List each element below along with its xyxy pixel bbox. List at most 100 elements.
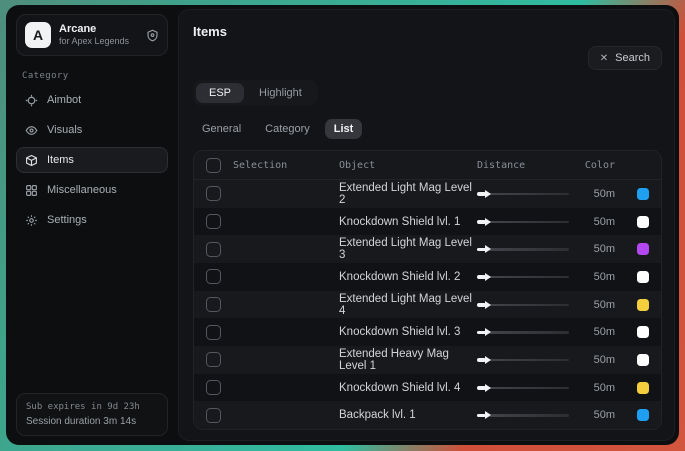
box-icon [25, 154, 38, 167]
distance-value: 50m [569, 326, 615, 338]
close-icon: ✕ [600, 53, 608, 64]
row-checkbox[interactable] [206, 269, 221, 284]
sub-expires-text: Sub expires in 9d 23h [26, 402, 158, 412]
brand-title: Arcane [59, 23, 138, 37]
table-header-row: Selection Object Distance Color [194, 151, 661, 180]
sidebar-item-settings[interactable]: Settings [16, 207, 168, 233]
object-name: Knockdown Shield lvl. 1 [339, 216, 477, 228]
column-header-color: Color [569, 160, 615, 171]
object-name: Extended Light Mag Level 2 [339, 182, 477, 206]
row-checkbox[interactable] [206, 408, 221, 423]
object-name: Knockdown Shield lvl. 4 [339, 382, 477, 394]
sidebar-item-label: Items [47, 154, 74, 166]
object-name: Backpack lvl. 1 [339, 409, 477, 421]
column-header-distance: Distance [477, 160, 569, 171]
gear-icon [25, 214, 38, 227]
table-row: Extended Light Mag Level 2 50m [194, 180, 661, 208]
sidebar-item-aimbot[interactable]: Aimbot [16, 87, 168, 113]
sidebar-item-miscellaneous[interactable]: Miscellaneous [16, 177, 168, 203]
tab-general[interactable]: General [193, 119, 250, 139]
distance-value: 50m [569, 216, 615, 228]
sidebar-item-visuals[interactable]: Visuals [16, 117, 168, 143]
session-duration-text: Session duration 3m 14s [26, 416, 158, 427]
distance-value: 50m [569, 354, 615, 366]
sidebar-item-label: Settings [47, 214, 87, 226]
sidebar-item-items[interactable]: Items [16, 147, 168, 173]
object-name: Extended Light Mag Level 4 [339, 293, 477, 317]
brand-card: A Arcane for Apex Legends [16, 14, 168, 56]
column-header-object: Object [339, 160, 477, 171]
color-swatch[interactable] [637, 271, 649, 283]
color-swatch[interactable] [637, 326, 649, 338]
object-name: Knockdown Shield lvl. 2 [339, 271, 477, 283]
sidebar-nav: Aimbot Visuals Items [16, 87, 168, 233]
distance-slider[interactable] [477, 382, 569, 394]
table-row: Extended Heavy Mag Level 1 50m [194, 346, 661, 374]
table-row: Extended Light Mag Level 3 50m [194, 235, 661, 263]
color-swatch[interactable] [637, 299, 649, 311]
row-checkbox[interactable] [206, 297, 221, 312]
table-row: Extended Light Mag Level 4 50m [194, 291, 661, 319]
shield-icon[interactable] [146, 29, 159, 42]
row-checkbox[interactable] [206, 380, 221, 395]
app-window: A Arcane for Apex Legends Category [6, 5, 679, 445]
eye-icon [25, 124, 38, 137]
row-checkbox[interactable] [206, 325, 221, 340]
tab-list[interactable]: List [325, 119, 363, 139]
search-button[interactable]: ✕ Search [588, 46, 662, 70]
session-card: Sub expires in 9d 23h Session duration 3… [16, 393, 168, 436]
tab-category[interactable]: Category [256, 119, 319, 139]
color-swatch[interactable] [637, 188, 649, 200]
color-swatch[interactable] [637, 243, 649, 255]
distance-slider[interactable] [477, 326, 569, 338]
distance-slider[interactable] [477, 216, 569, 228]
table-row: Knockdown Shield lvl. 2 50m [194, 263, 661, 291]
select-all-checkbox[interactable] [206, 158, 221, 173]
distance-value: 50m [569, 382, 615, 394]
color-swatch[interactable] [637, 354, 649, 366]
object-name: Knockdown Shield lvl. 3 [339, 326, 477, 338]
table-row: Knockdown Shield lvl. 4 50m [194, 374, 661, 402]
column-header-selection: Selection [221, 160, 339, 171]
tab-highlight[interactable]: Highlight [246, 83, 315, 103]
distance-slider[interactable] [477, 271, 569, 283]
distance-value: 50m [569, 188, 615, 200]
view-tab-group: General Category List [193, 119, 662, 139]
mode-tab-group: ESP Highlight [193, 80, 318, 106]
row-checkbox[interactable] [206, 242, 221, 257]
distance-slider[interactable] [477, 299, 569, 311]
distance-value: 50m [569, 299, 615, 311]
object-name: Extended Light Mag Level 3 [339, 237, 477, 261]
table-row: Knockdown Shield lvl. 3 50m [194, 318, 661, 346]
distance-slider[interactable] [477, 354, 569, 366]
crosshair-icon [25, 94, 38, 107]
distance-value: 50m [569, 271, 615, 283]
page-title: Items [193, 24, 227, 39]
distance-slider[interactable] [477, 243, 569, 255]
category-label: Category [22, 71, 168, 81]
distance-value: 50m [569, 409, 615, 421]
brand-subtitle: for Apex Legends [59, 36, 138, 47]
color-swatch[interactable] [637, 216, 649, 228]
search-button-label: Search [615, 52, 650, 64]
color-swatch[interactable] [637, 409, 649, 421]
sidebar-item-label: Aimbot [47, 94, 81, 106]
sidebar-item-label: Miscellaneous [47, 184, 117, 196]
sidebar-item-label: Visuals [47, 124, 82, 136]
sidebar: A Arcane for Apex Legends Category [10, 9, 174, 441]
table-row: Knockdown Shield lvl. 1 50m [194, 208, 661, 236]
main-panel: Items ✕ Search ESP Highlight General Cat… [178, 9, 675, 441]
tab-esp[interactable]: ESP [196, 83, 244, 103]
color-swatch[interactable] [637, 382, 649, 394]
items-table: Selection Object Distance Color Extended… [193, 150, 662, 430]
grid-icon [25, 184, 38, 197]
distance-value: 50m [569, 243, 615, 255]
distance-slider[interactable] [477, 409, 569, 421]
row-checkbox[interactable] [206, 214, 221, 229]
object-name: Extended Heavy Mag Level 1 [339, 348, 477, 372]
app-logo: A [25, 22, 51, 48]
row-checkbox[interactable] [206, 352, 221, 367]
row-checkbox[interactable] [206, 186, 221, 201]
distance-slider[interactable] [477, 188, 569, 200]
table-row: Backpack lvl. 1 50m [194, 401, 661, 429]
